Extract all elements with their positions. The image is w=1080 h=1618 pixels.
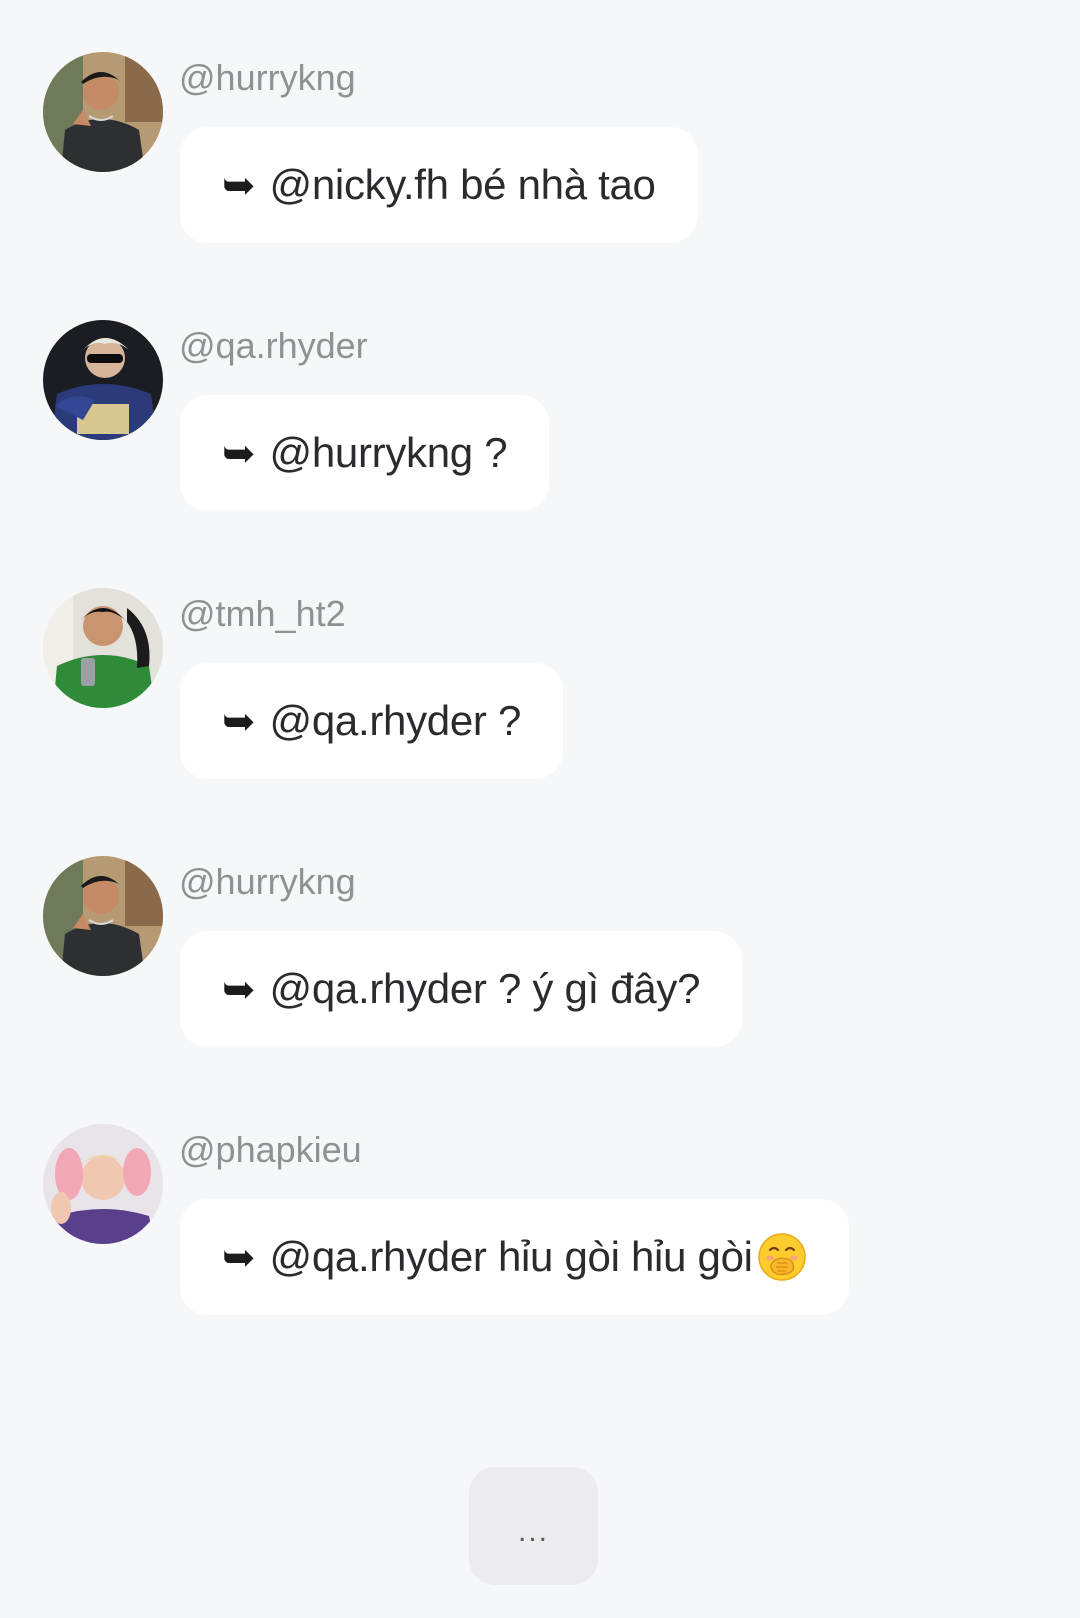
comment-username[interactable]: @hurrykng bbox=[179, 861, 356, 903]
comment-username[interactable]: @qa.rhyder bbox=[179, 325, 368, 367]
reply-arrow-icon: ➥ bbox=[222, 967, 256, 1013]
comment-bubble[interactable]: ➥ @nicky.fh bé nhà tao bbox=[180, 127, 698, 243]
comment-username[interactable]: @phapkieu bbox=[179, 1129, 362, 1171]
reply-arrow-icon: ➥ bbox=[222, 431, 256, 477]
face-with-hand-over-mouth-icon bbox=[757, 1233, 806, 1281]
comment-bubble[interactable]: ➥ @qa.rhyder ? ý gì đây? bbox=[180, 931, 743, 1047]
comment-username[interactable]: @hurrykng bbox=[179, 57, 356, 99]
avatar-image bbox=[43, 856, 163, 976]
avatar[interactable] bbox=[43, 320, 163, 440]
avatar[interactable] bbox=[43, 588, 163, 708]
comment-item: @qa.rhyder ➥ @hurrykng ? bbox=[0, 268, 1080, 511]
comment-username[interactable]: @tmh_ht2 bbox=[179, 593, 346, 635]
comment-bubble[interactable]: ➥ @qa.rhyder ? bbox=[180, 663, 564, 779]
comment-text: @hurrykng ? bbox=[269, 429, 508, 476]
reply-arrow-icon: ➥ bbox=[222, 163, 256, 209]
avatar[interactable] bbox=[43, 52, 163, 172]
comment-text: @nicky.fh bé nhà tao bbox=[269, 161, 656, 208]
comment-text: @qa.rhyder ? bbox=[269, 697, 522, 744]
reply-arrow-icon: ➥ bbox=[222, 1235, 256, 1281]
avatar-image bbox=[43, 320, 163, 440]
comment-text: @qa.rhyder hỉu gòi hỉu gòi bbox=[269, 1233, 753, 1280]
avatar-image bbox=[43, 1124, 163, 1244]
comment-text: @qa.rhyder ? ý gì đây? bbox=[269, 965, 701, 1012]
comment-bubble[interactable]: ➥ @hurrykng ? bbox=[180, 395, 550, 511]
more-replies-button[interactable]: ... bbox=[469, 1467, 598, 1585]
comment-item: @tmh_ht2 ➥ @qa.rhyder ? bbox=[0, 536, 1080, 779]
reply-arrow-icon: ➥ bbox=[222, 699, 256, 745]
avatar-image bbox=[43, 588, 163, 708]
comment-item: @hurrykng ➥ @nicky.fh bé nhà tao bbox=[0, 0, 1080, 243]
comment-item: @phapkieu ➥ @qa.rhyder hỉu gòi hỉu gòi bbox=[0, 1072, 1080, 1315]
avatar-image bbox=[43, 52, 163, 172]
avatar[interactable] bbox=[43, 856, 163, 976]
comment-item: @hurrykng ➥ @qa.rhyder ? ý gì đây? bbox=[0, 804, 1080, 1047]
avatar[interactable] bbox=[43, 1124, 163, 1244]
comment-bubble[interactable]: ➥ @qa.rhyder hỉu gòi hỉu gòi bbox=[180, 1199, 849, 1315]
